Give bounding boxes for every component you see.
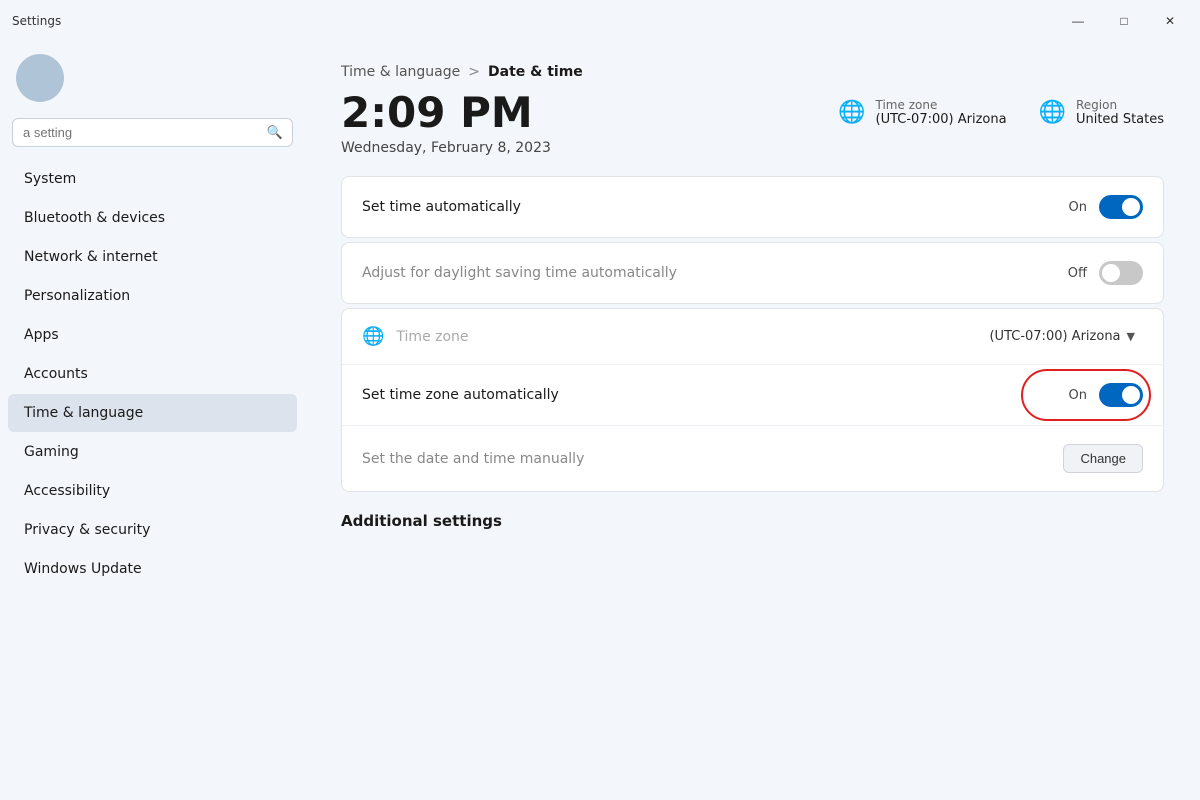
timezone-meta-label: Time zone <box>876 98 1007 112</box>
time-meta: 🌐 Time zone (UTC-07:00) Arizona 🌐 Region… <box>838 98 1164 127</box>
set-date-manual-label: Set the date and time manually <box>362 451 584 467</box>
maximize-button[interactable]: □ <box>1102 6 1146 36</box>
adjust-daylight-toggle-thumb <box>1102 264 1120 282</box>
timezone-row-icon: 🌐 <box>362 326 384 347</box>
sidebar-item-network[interactable]: Network & internet <box>8 238 297 276</box>
adjust-daylight-toggle-track <box>1099 261 1143 285</box>
app-title: Settings <box>12 14 61 28</box>
app-body: 🔍 SystemBluetooth & devicesNetwork & int… <box>0 36 1200 800</box>
adjust-daylight-label: Adjust for daylight saving time automati… <box>362 265 677 281</box>
change-button[interactable]: Change <box>1063 444 1143 473</box>
timezone-row: 🌐 Time zone (UTC-07:00) Arizona ▼ <box>342 309 1163 365</box>
timezone-select[interactable]: (UTC-07:00) Arizona ▼ <box>981 325 1143 348</box>
set-date-manual-row: Set the date and time manually Change <box>342 426 1163 491</box>
adjust-daylight-toggle-label: Off <box>1068 266 1087 281</box>
set-timezone-auto-toggle-thumb <box>1122 386 1140 404</box>
set-timezone-auto-label: Set time zone automatically <box>362 387 559 403</box>
region-meta-value: United States <box>1076 112 1164 127</box>
set-time-auto-toggle-track <box>1099 195 1143 219</box>
adjust-daylight-row: Adjust for daylight saving time automati… <box>342 243 1163 303</box>
sidebar-item-gaming[interactable]: Gaming <box>8 433 297 471</box>
set-time-auto-toggle-thumb <box>1122 198 1140 216</box>
set-timezone-auto-right: On <box>1069 383 1143 407</box>
sidebar-item-accounts[interactable]: Accounts <box>8 355 297 393</box>
breadcrumb: Time & language > Date & time <box>341 64 1164 80</box>
breadcrumb-chevron: > <box>468 64 480 80</box>
adjust-daylight-toggle[interactable] <box>1099 261 1143 285</box>
search-input[interactable] <box>12 118 293 147</box>
region-meta: 🌐 Region United States <box>1039 98 1164 127</box>
search-icon: 🔍 <box>267 125 283 140</box>
breadcrumb-parent[interactable]: Time & language <box>341 64 460 80</box>
timezone-meta: 🌐 Time zone (UTC-07:00) Arizona <box>838 98 1006 127</box>
set-time-auto-label: Set time automatically <box>362 199 521 215</box>
timezone-select-value: (UTC-07:00) Arizona <box>989 329 1120 344</box>
sidebar-item-system[interactable]: System <box>8 160 297 198</box>
timezone-globe-icon: 🌐 <box>838 100 865 125</box>
set-time-auto-toggle-label: On <box>1069 200 1087 215</box>
set-timezone-auto-toggle[interactable] <box>1099 383 1143 407</box>
chevron-down-icon: ▼ <box>1127 330 1135 343</box>
additional-settings-heading: Additional settings <box>341 512 1164 530</box>
sidebar-item-accessibility[interactable]: Accessibility <box>8 472 297 510</box>
set-time-auto-row: Set time automatically On <box>342 177 1163 237</box>
time-display: 2:09 PM <box>341 90 551 136</box>
window-controls: — □ ✕ <box>1056 6 1192 36</box>
set-timezone-auto-row: Set time zone automatically On <box>342 365 1163 426</box>
sidebar-item-personalization[interactable]: Personalization <box>8 277 297 315</box>
time-header: 2:09 PM Wednesday, February 8, 2023 🌐 Ti… <box>341 90 1164 156</box>
avatar <box>16 54 64 102</box>
region-meta-label: Region <box>1076 98 1164 112</box>
settings-card-2: Adjust for daylight saving time automati… <box>341 242 1164 304</box>
timezone-meta-value: (UTC-07:00) Arizona <box>876 112 1007 127</box>
region-globe-icon: 🌐 <box>1039 100 1066 125</box>
set-time-auto-toggle[interactable] <box>1099 195 1143 219</box>
sidebar-item-privacy-security[interactable]: Privacy & security <box>8 511 297 549</box>
breadcrumb-current: Date & time <box>488 64 583 80</box>
set-timezone-auto-toggle-track <box>1099 383 1143 407</box>
timezone-row-label: Time zone <box>396 329 981 345</box>
main-content: Time & language > Date & time 2:09 PM We… <box>305 36 1200 800</box>
search-container: 🔍 <box>12 118 293 147</box>
sidebar-item-time-language[interactable]: Time & language <box>8 394 297 432</box>
settings-card-1: Set time automatically On <box>341 176 1164 238</box>
adjust-daylight-right: Off <box>1068 261 1143 285</box>
set-timezone-auto-toggle-label: On <box>1069 388 1087 403</box>
settings-card-3: 🌐 Time zone (UTC-07:00) Arizona ▼ Set ti… <box>341 308 1164 492</box>
sidebar-item-windows-update[interactable]: Windows Update <box>8 550 297 588</box>
close-button[interactable]: ✕ <box>1148 6 1192 36</box>
time-block: 2:09 PM Wednesday, February 8, 2023 <box>341 90 551 156</box>
sidebar: 🔍 SystemBluetooth & devicesNetwork & int… <box>0 36 305 800</box>
sidebar-item-bluetooth[interactable]: Bluetooth & devices <box>8 199 297 237</box>
set-time-auto-right: On <box>1069 195 1143 219</box>
minimize-button[interactable]: — <box>1056 6 1100 36</box>
date-display: Wednesday, February 8, 2023 <box>341 140 551 156</box>
nav-list: SystemBluetooth & devicesNetwork & inter… <box>0 159 305 589</box>
sidebar-item-apps[interactable]: Apps <box>8 316 297 354</box>
titlebar: Settings — □ ✕ <box>0 0 1200 36</box>
